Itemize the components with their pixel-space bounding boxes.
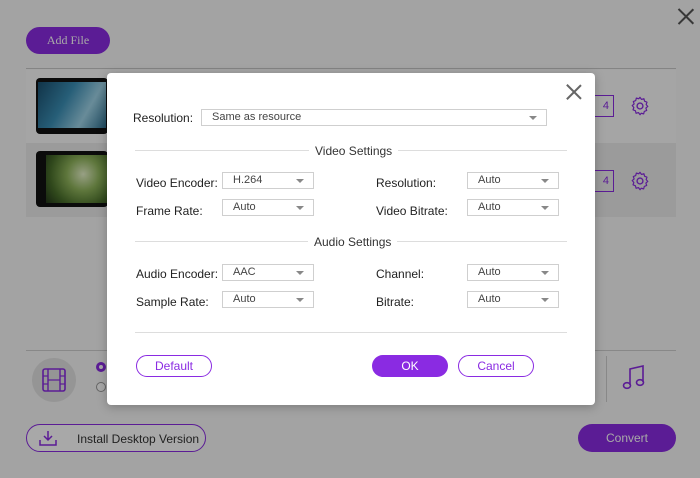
sample-rate-select[interactable]: Auto [222,291,314,308]
audio-bitrate-value: Auto [478,293,501,305]
frame-rate-select[interactable]: Auto [222,199,314,216]
ok-button[interactable]: OK [372,355,448,377]
video-resolution-label: Resolution: [376,176,437,190]
dropdown-caret-icon [296,179,304,183]
video-resolution-select[interactable]: Auto [467,172,559,189]
audio-bitrate-select[interactable]: Auto [467,291,559,308]
dropdown-caret-icon [541,179,549,183]
audio-bitrate-label: Bitrate: [376,295,415,309]
resolution-value: Same as resource [212,111,302,123]
video-encoder-value: H.264 [233,174,263,186]
video-resolution-value: Auto [478,174,501,186]
audio-encoder-value: AAC [233,266,256,278]
video-bitrate-label: Video Bitrate: [376,204,448,218]
video-bitrate-select[interactable]: Auto [467,199,559,216]
frame-rate-label: Frame Rate: [136,204,203,218]
channel-value: Auto [478,266,501,278]
sample-rate-value: Auto [233,293,256,305]
audio-encoder-label: Audio Encoder: [136,267,219,281]
dropdown-caret-icon [296,271,304,275]
video-encoder-label: Video Encoder: [136,176,218,190]
dropdown-caret-icon [541,298,549,302]
resolution-select[interactable]: Same as resource [201,109,547,126]
channel-select[interactable]: Auto [467,264,559,281]
audio-settings-title: Audio Settings [308,235,398,249]
resolution-label: Resolution: [133,111,194,125]
cancel-button[interactable]: Cancel [458,355,534,377]
settings-dialog: Resolution: Same as resource Video Setti… [107,73,595,405]
dropdown-caret-icon [529,116,537,120]
default-button[interactable]: Default [136,355,212,377]
sample-rate-label: Sample Rate: [136,295,209,309]
video-settings-title: Video Settings [309,144,399,158]
dropdown-caret-icon [296,206,304,210]
dropdown-caret-icon [541,206,549,210]
channel-label: Channel: [376,267,425,281]
close-icon[interactable] [565,83,583,101]
dropdown-caret-icon [541,271,549,275]
video-encoder-select[interactable]: H.264 [222,172,314,189]
frame-rate-value: Auto [233,201,256,213]
dropdown-caret-icon [296,298,304,302]
divider [135,332,567,333]
video-bitrate-value: Auto [478,201,501,213]
audio-encoder-select[interactable]: AAC [222,264,314,281]
